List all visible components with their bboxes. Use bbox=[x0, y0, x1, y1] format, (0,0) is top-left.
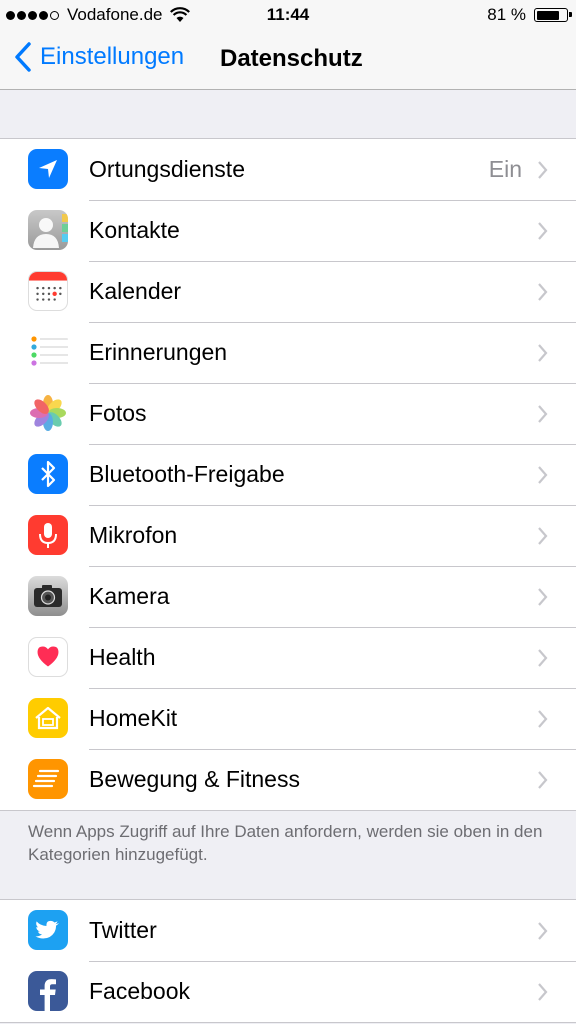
chevron-right-icon bbox=[538, 343, 548, 362]
navigation-bar: Einstellungen Datenschutz bbox=[0, 30, 576, 90]
list-item-label: Erinnerungen bbox=[89, 339, 228, 365]
list-item-photos[interactable]: Fotos bbox=[0, 383, 576, 444]
chevron-right-icon bbox=[538, 404, 548, 423]
reminders-icon bbox=[28, 332, 68, 372]
list-item-camera[interactable]: Kamera bbox=[0, 566, 576, 627]
health-heart-icon bbox=[28, 637, 68, 677]
chevron-right-icon bbox=[538, 465, 548, 484]
list-item-microphone[interactable]: Mikrofon bbox=[0, 505, 576, 566]
list-item-bluetooth-sharing[interactable]: Bluetooth-Freigabe bbox=[0, 444, 576, 505]
chevron-right-icon bbox=[538, 160, 548, 179]
list-item-label: HomeKit bbox=[89, 705, 178, 731]
list-item-label: Kamera bbox=[89, 583, 170, 609]
chevron-right-icon bbox=[538, 648, 548, 667]
list-item-value: Ein bbox=[488, 156, 522, 182]
list-item-facebook[interactable]: Facebook bbox=[0, 961, 576, 1022]
list-item-contacts[interactable]: Kontakte bbox=[0, 200, 576, 261]
bluetooth-icon bbox=[28, 454, 68, 494]
privacy-list: Ortungsdienste Ein Kontakte Kalender Eri… bbox=[0, 138, 576, 811]
battery-percent: 81 % bbox=[487, 5, 526, 24]
chevron-right-icon bbox=[538, 587, 548, 606]
list-item-reminders[interactable]: Erinnerungen bbox=[0, 322, 576, 383]
back-button-label: Einstellungen bbox=[40, 43, 185, 70]
list-item-motion-fitness[interactable]: Bewegung & Fitness bbox=[0, 749, 576, 810]
list-item-health[interactable]: Health bbox=[0, 627, 576, 688]
twitter-icon bbox=[28, 910, 68, 950]
section-footer-note: Wenn Apps Zugriff auf Ihre Daten anforde… bbox=[28, 822, 543, 864]
chevron-right-icon bbox=[538, 221, 548, 240]
list-item-label: Mikrofon bbox=[89, 522, 178, 548]
list-item-twitter[interactable]: Twitter bbox=[0, 900, 576, 961]
social-accounts-list: Twitter Facebook bbox=[0, 899, 576, 1023]
list-item-label: Bluetooth-Freigabe bbox=[89, 461, 285, 487]
camera-icon bbox=[28, 576, 68, 616]
chevron-right-icon bbox=[538, 709, 548, 728]
list-item-label: Ortungsdienste bbox=[89, 156, 245, 182]
status-bar: Vodafone.de 11:44 81 % bbox=[0, 0, 576, 30]
chevron-right-icon bbox=[538, 982, 548, 1001]
list-item-label: Kontakte bbox=[89, 217, 180, 243]
page-title: Datenschutz bbox=[220, 45, 363, 72]
motion-fitness-icon bbox=[28, 759, 68, 799]
list-item-label: Facebook bbox=[89, 978, 191, 1004]
back-button[interactable]: Einstellungen bbox=[14, 42, 184, 72]
location-arrow-icon bbox=[28, 149, 68, 189]
chevron-right-icon bbox=[538, 282, 548, 301]
chevron-right-icon bbox=[538, 921, 548, 940]
list-item-label: Health bbox=[89, 644, 156, 670]
list-item-label: Kalender bbox=[89, 278, 182, 304]
contacts-icon bbox=[28, 210, 68, 250]
chevron-left-icon bbox=[15, 42, 31, 72]
status-right: 81 % bbox=[487, 5, 572, 25]
list-item-location-services[interactable]: Ortungsdienste Ein bbox=[0, 139, 576, 200]
list-item-label: Twitter bbox=[89, 917, 157, 943]
facebook-icon bbox=[28, 971, 68, 1011]
microphone-icon bbox=[28, 515, 68, 555]
battery-icon bbox=[534, 8, 572, 22]
homekit-icon bbox=[28, 698, 68, 738]
list-item-label: Fotos bbox=[89, 400, 147, 426]
chevron-right-icon bbox=[538, 770, 548, 789]
list-item-calendar[interactable]: Kalender bbox=[0, 261, 576, 322]
calendar-icon bbox=[28, 271, 68, 311]
list-item-label: Bewegung & Fitness bbox=[89, 766, 300, 792]
chevron-right-icon bbox=[538, 526, 548, 545]
list-item-homekit[interactable]: HomeKit bbox=[0, 688, 576, 749]
photos-icon bbox=[28, 393, 68, 433]
